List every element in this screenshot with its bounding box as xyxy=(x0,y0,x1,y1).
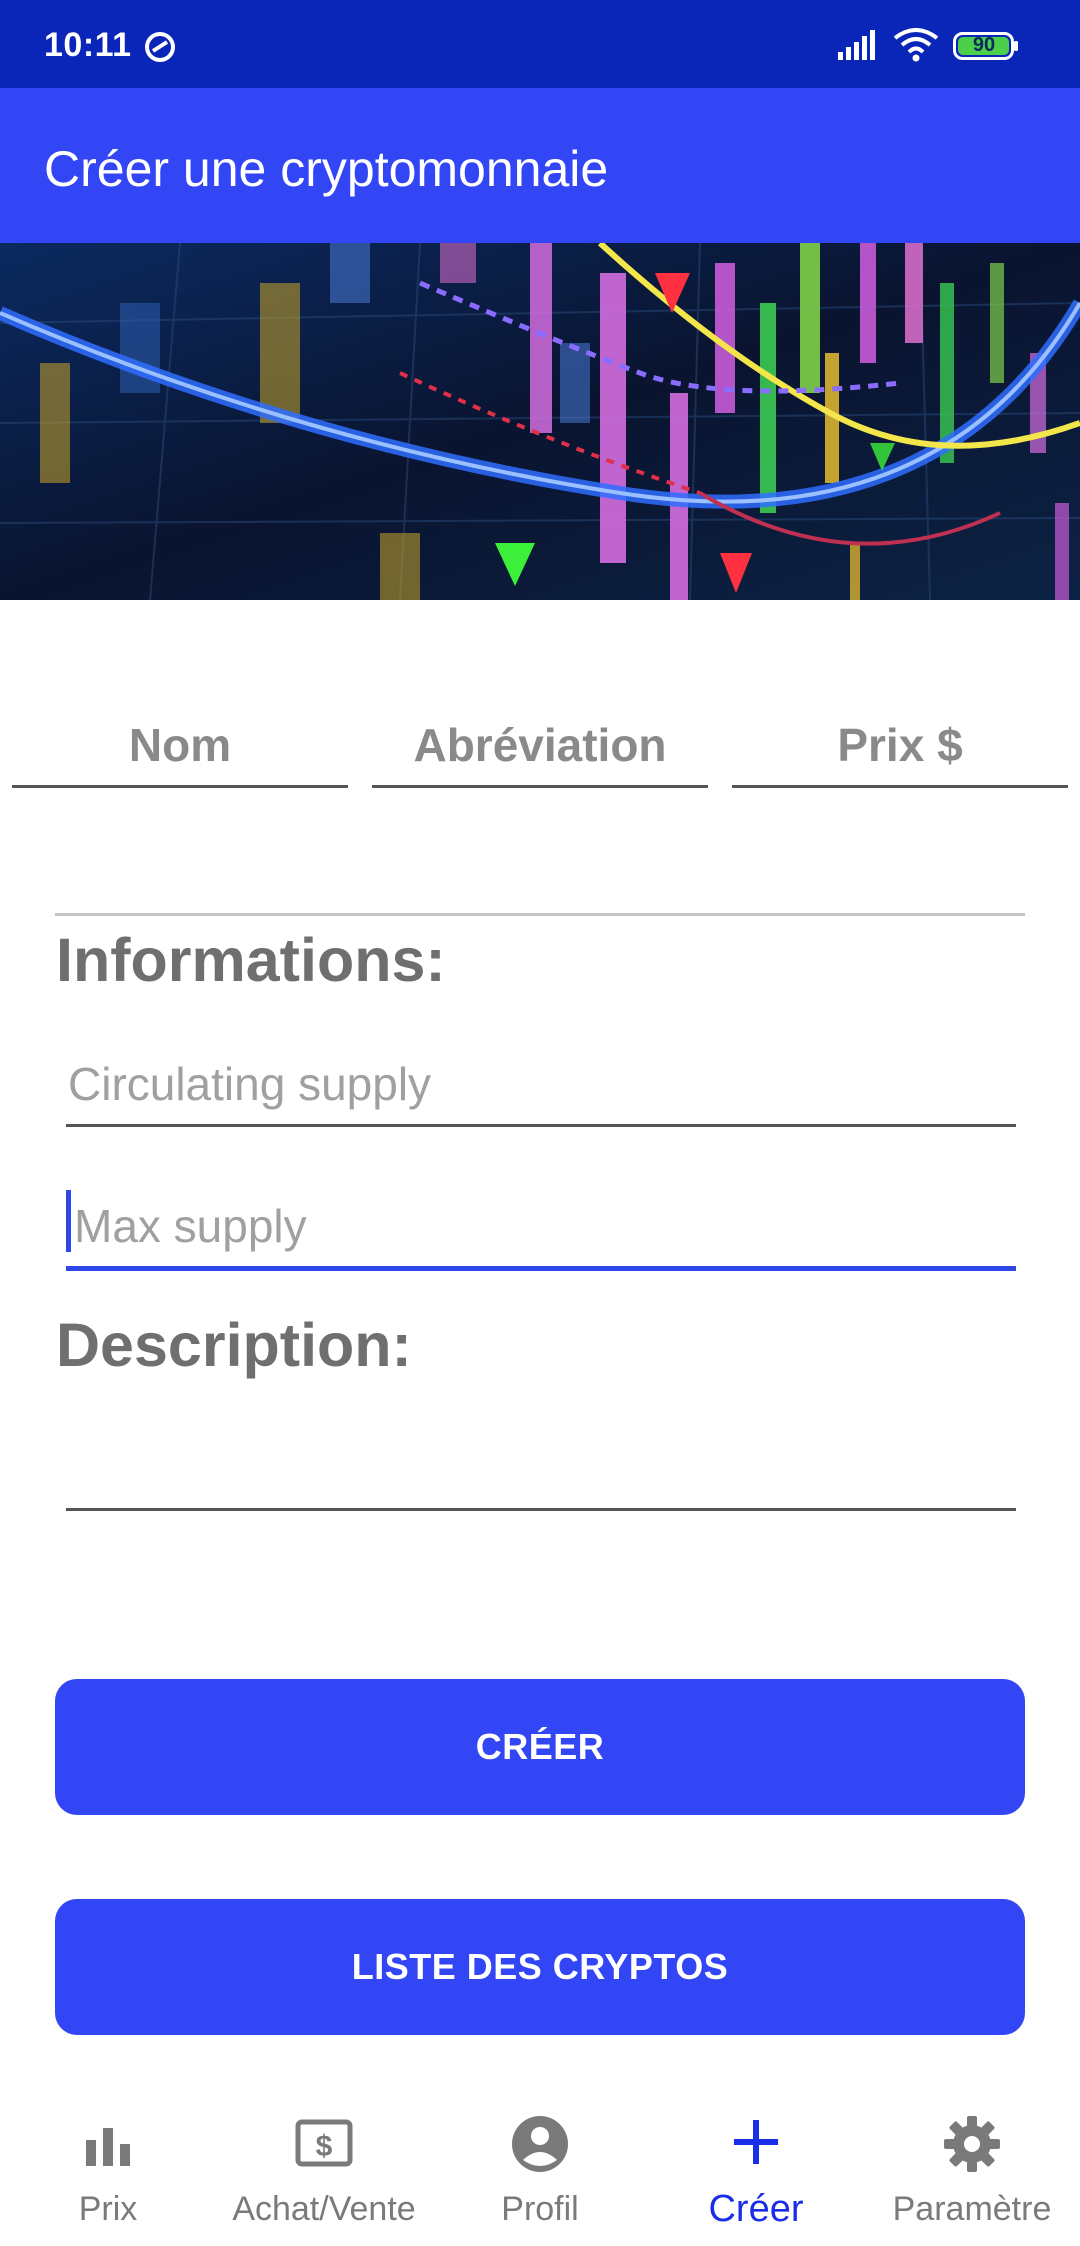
svg-text:$: $ xyxy=(316,2130,333,2163)
description-input[interactable] xyxy=(66,1428,1016,1511)
status-time: 10:11 xyxy=(44,26,132,64)
informations-heading: Informations: xyxy=(56,926,446,994)
max-supply-input[interactable] xyxy=(66,1186,1016,1271)
wifi-icon xyxy=(893,28,939,62)
nav-item-parametre[interactable]: Paramètre xyxy=(864,2090,1080,2246)
signal-icon xyxy=(838,30,875,60)
name-input[interactable] xyxy=(12,705,348,788)
circulating-supply-input[interactable] xyxy=(66,1044,1016,1127)
nav-label-profil: Profil xyxy=(501,2190,579,2228)
dollar-card-icon: $ xyxy=(295,2119,353,2167)
text-cursor xyxy=(66,1190,71,1252)
page-title: Créer une cryptomonnaie xyxy=(44,141,609,197)
status-bar: 10:11 90 xyxy=(0,0,1080,88)
nav-item-achat-vente[interactable]: $ Achat/Vente xyxy=(216,2090,432,2246)
bottom-navigation: Prix $ Achat/Vente Profil Créer Paramètr… xyxy=(0,2090,1080,2246)
bar-chart-icon xyxy=(86,2128,130,2166)
nav-label-parametre: Paramètre xyxy=(892,2190,1052,2228)
dnd-icon xyxy=(145,32,175,62)
crypto-chart-banner xyxy=(0,243,1080,600)
nav-item-prix[interactable]: Prix xyxy=(0,2090,216,2246)
create-button[interactable]: CRÉER xyxy=(55,1679,1025,1815)
section-divider xyxy=(55,913,1025,916)
account-circle-icon xyxy=(512,2116,568,2172)
banner-image xyxy=(0,243,1080,600)
abbreviation-input[interactable] xyxy=(372,705,708,788)
nav-label-achat-vente: Achat/Vente xyxy=(232,2190,416,2228)
nav-item-profil[interactable]: Profil xyxy=(432,2090,648,2246)
nav-label-prix: Prix xyxy=(78,2190,138,2228)
nav-item-creer[interactable]: Créer xyxy=(648,2090,864,2246)
nav-label-creer: Créer xyxy=(708,2188,804,2230)
app-bar: Créer une cryptomonnaie xyxy=(0,88,1080,243)
description-heading: Description: xyxy=(56,1311,412,1379)
crypto-list-button[interactable]: LISTE DES CRYPTOS xyxy=(55,1899,1025,2035)
gear-icon xyxy=(944,2116,1000,2172)
plus-icon xyxy=(734,2120,778,2164)
battery-level: 90 xyxy=(972,34,996,56)
price-input[interactable] xyxy=(732,705,1068,788)
